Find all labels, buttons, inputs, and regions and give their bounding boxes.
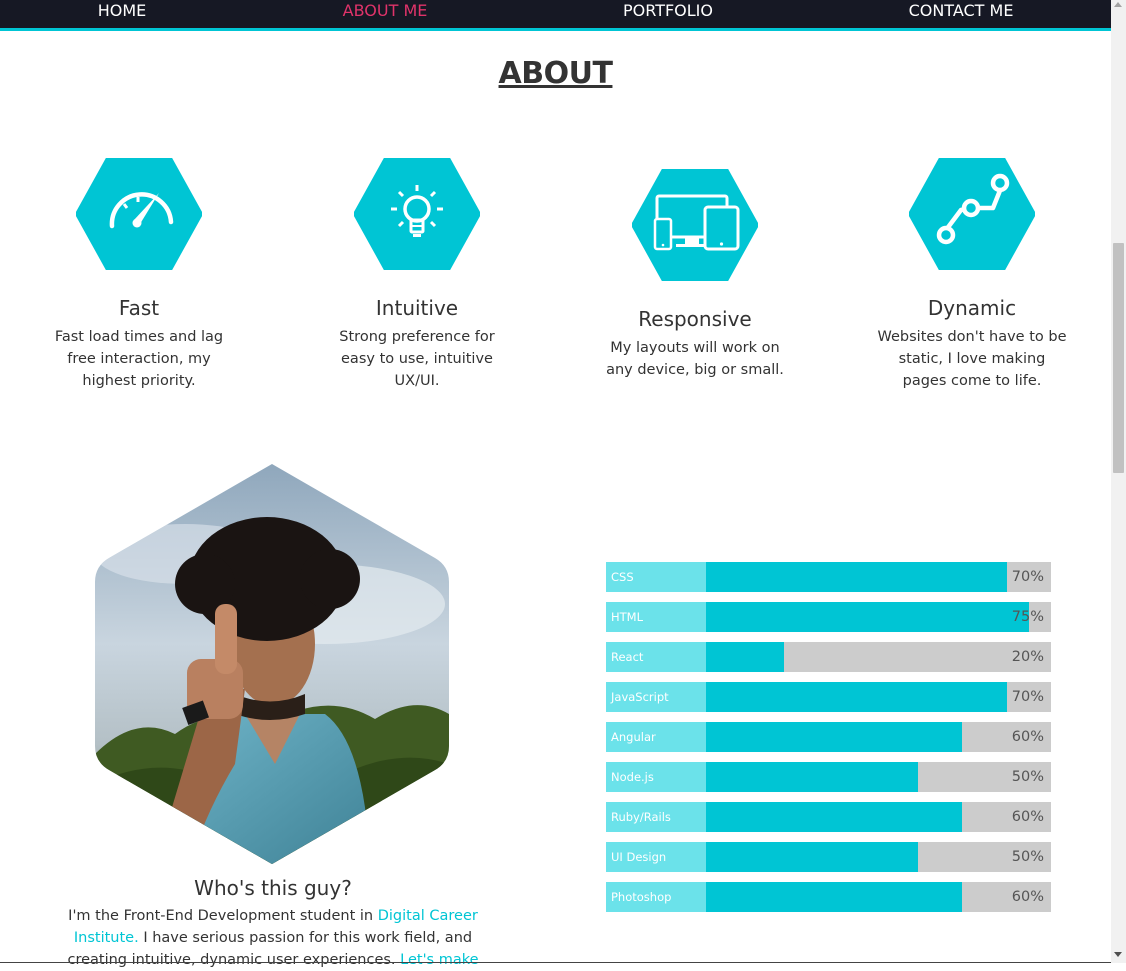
nav-contact-me[interactable]: CONTACT ME [909,1,1014,20]
desc-line: Strong preference for [339,329,495,345]
desc-line: UX/UI. [394,373,440,389]
who-text-part: I'm the Front-End Development student in [68,908,378,924]
skill-bar-fill [706,802,962,832]
skill-name: Photoshop [606,882,706,912]
circuit-path-icon [909,158,1035,270]
section-title: ABOUT [498,56,613,91]
skill-percent: 60% [1011,729,1044,745]
skill-name: HTML [606,602,706,632]
skill-bar-fill [706,762,918,792]
skill-bar: React 20% [606,642,1051,672]
speedometer-icon [76,158,202,270]
skill-percent: 20% [1011,649,1044,665]
scrollbar-thumb[interactable] [1113,243,1124,473]
skill-name: Ruby/Rails [606,802,706,832]
skill-name: React [606,642,706,672]
desc-line: Websites don't have to be [877,329,1067,345]
feature-description: My layouts will work on any device, big … [595,337,795,381]
lets-make-link[interactable]: Let's make [400,952,478,968]
skill-bar-fill [706,642,784,672]
skill-bar-fill [706,722,962,752]
desc-line: Fast load times and lag [54,329,224,345]
skill-percent: 50% [1011,769,1044,785]
skill-bar: UI Design 50% [606,842,1051,872]
skill-percent: 60% [1011,809,1044,825]
skill-bar: CSS 70% [606,562,1051,592]
skill-percent: 50% [1011,849,1044,865]
skill-name: Angular [606,722,706,752]
feature-title: Dynamic [927,296,1017,320]
skill-name: Node.js [606,762,706,792]
desc-line: easy to use, intuitive [341,351,493,367]
skill-bar: HTML 75% [606,602,1051,632]
skill-name: UI Design [606,842,706,872]
nav-home[interactable]: HOME [98,1,147,20]
feature-title: Fast [118,296,160,320]
feature-description: Fast load times and lag free interaction… [39,326,239,392]
skill-percent: 75% [1011,609,1044,625]
desc-line: highest priority. [82,373,196,389]
skill-bar-fill [706,562,1007,592]
feature-dynamic: Dynamic Websites don't have to be static… [872,296,1072,392]
vertical-scrollbar[interactable] [1111,0,1126,963]
feature-description: Strong preference for easy to use, intui… [317,326,517,392]
skill-name: CSS [606,562,706,592]
feature-responsive: Responsive My layouts will work on any d… [595,307,795,381]
feature-title: Responsive [638,307,752,331]
skill-percent: 60% [1011,889,1044,905]
skill-bar-fill [706,882,962,912]
skill-bar: JavaScript 70% [606,682,1051,712]
feature-fast: Fast Fast load times and lag free intera… [39,296,239,392]
desc-line: any device, big or small. [606,362,784,378]
devices-icon [632,169,758,281]
scroll-up-arrow-icon[interactable] [1114,2,1122,7]
desc-line: static, I love making [898,351,1046,367]
top-nav: HOME ABOUT ME PORTFOLIO CONTACT ME [0,0,1111,31]
feature-title: Intuitive [375,296,459,320]
skill-bar: Node.js 50% [606,762,1051,792]
lightbulb-icon [354,158,480,270]
feature-intuitive: Intuitive Strong preference for easy to … [317,296,517,392]
skill-bar-fill [706,602,1029,632]
skill-bar: Photoshop 60% [606,882,1051,912]
desc-line: free interaction, my [67,351,211,367]
skill-bar-fill [706,842,918,872]
skill-bar: Angular 60% [606,722,1051,752]
feature-description: Websites don't have to be static, I love… [872,326,1072,392]
nav-portfolio[interactable]: PORTFOLIO [623,1,713,20]
skill-bar-fill [706,682,1007,712]
profile-photo [95,464,449,864]
nav-about-me[interactable]: ABOUT ME [343,1,428,20]
who-title: Who's this guy? [194,876,352,900]
skill-bar: Ruby/Rails 60% [606,802,1051,832]
skill-percent: 70% [1011,569,1044,585]
desc-line: pages come to life. [902,373,1042,389]
desc-line: My layouts will work on [610,340,780,356]
scroll-down-arrow-icon[interactable] [1114,952,1122,957]
skill-name: JavaScript [606,682,706,712]
skill-percent: 70% [1011,689,1044,705]
